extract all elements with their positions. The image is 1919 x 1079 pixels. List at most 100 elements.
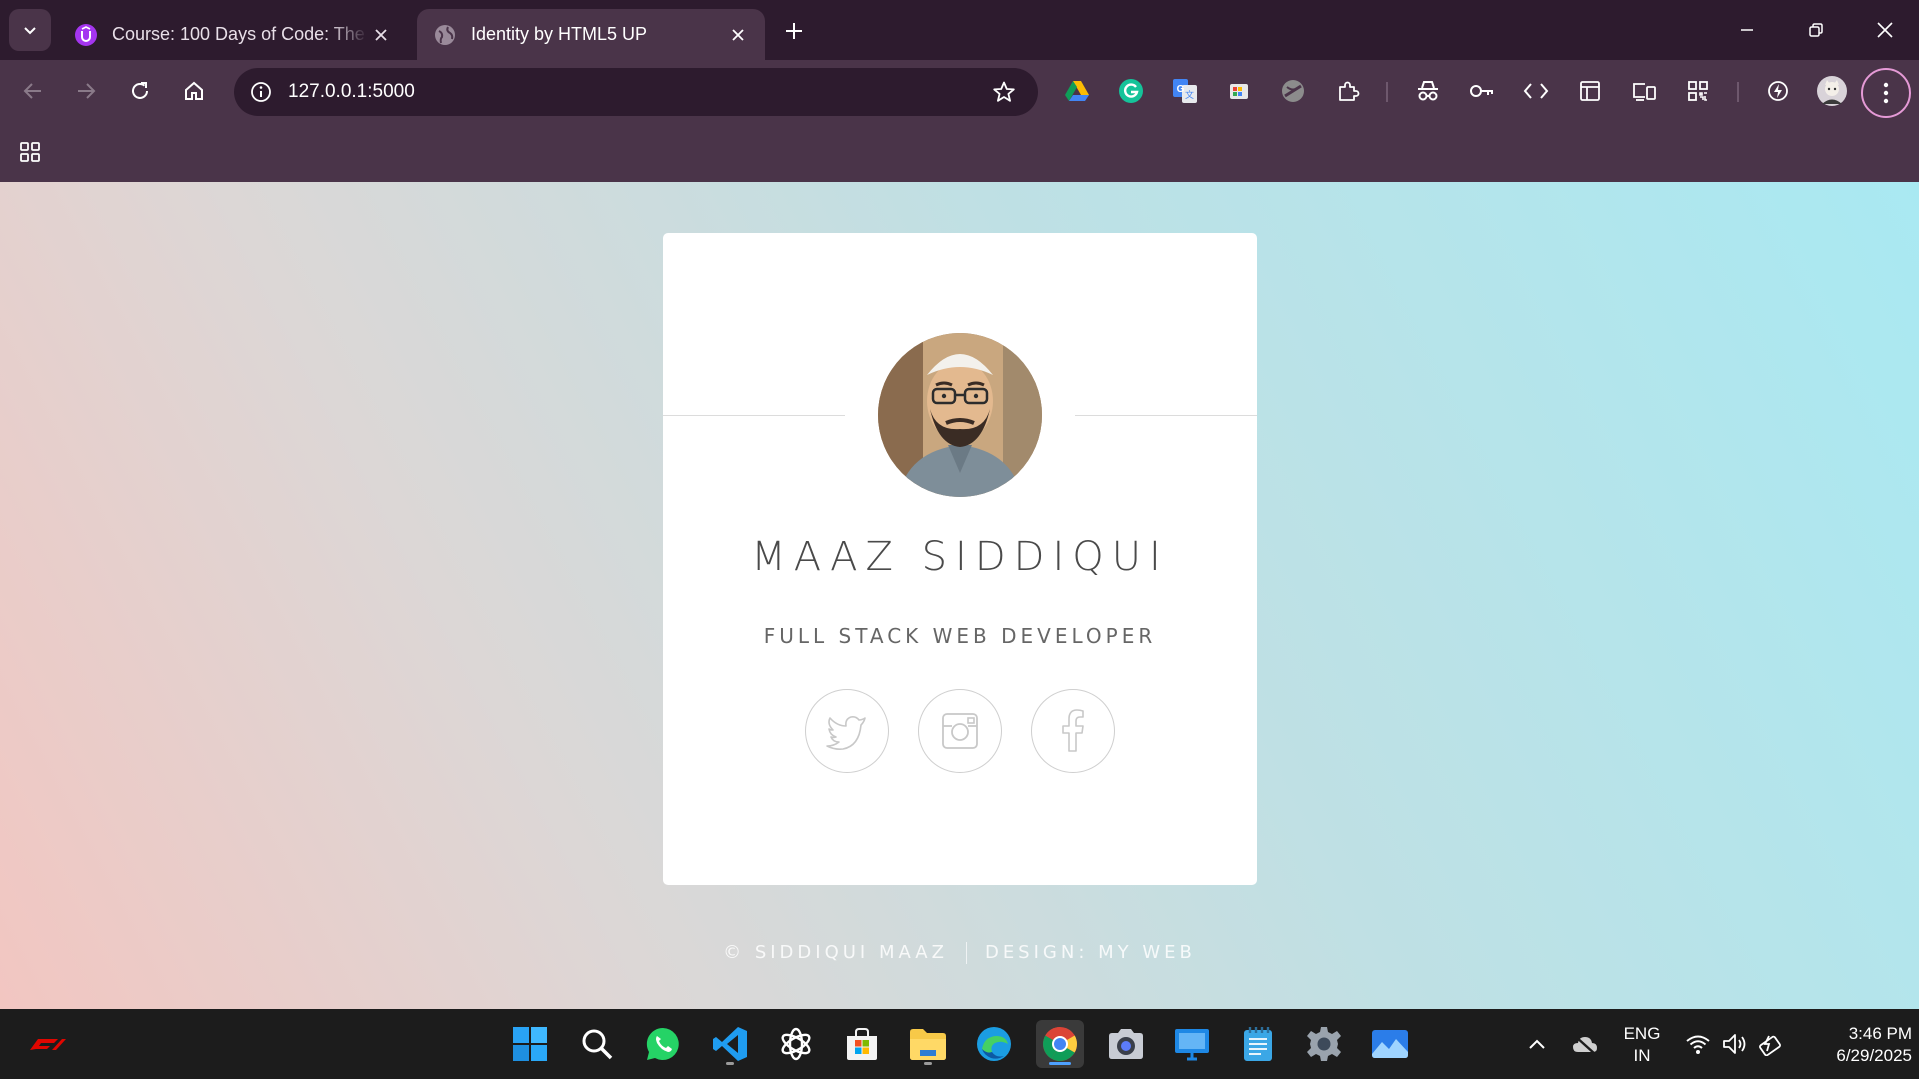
qr-code-extension[interactable]: [1680, 73, 1716, 109]
photos-icon: [1370, 1027, 1410, 1061]
network-button[interactable]: [1683, 1029, 1713, 1059]
layout-icon: [1578, 79, 1602, 103]
back-button[interactable]: [15, 73, 51, 109]
f1-logo-icon: [28, 1036, 68, 1052]
show-hidden-icons-button[interactable]: [1522, 1029, 1552, 1059]
incognito-extension[interactable]: [1410, 73, 1446, 109]
apps-grid-icon: [18, 140, 42, 164]
key-icon: [1468, 79, 1496, 103]
performance-button[interactable]: [1760, 73, 1796, 109]
instagram-link[interactable]: [918, 689, 1002, 773]
grammarly-icon: [1118, 78, 1144, 104]
twitter-icon: [825, 711, 869, 751]
color-picker-extension[interactable]: [1221, 73, 1257, 109]
input-language[interactable]: ENG IN: [1620, 1023, 1664, 1067]
close-icon[interactable]: [368, 22, 394, 48]
divider-left: [663, 415, 845, 416]
monitor-icon: [1173, 1026, 1211, 1062]
taskbar-vscode[interactable]: [706, 1020, 754, 1068]
taskbar-whatsapp[interactable]: [639, 1020, 687, 1068]
url-text[interactable]: 127.0.0.1:5000: [288, 81, 986, 103]
toolbar-separator: [1737, 82, 1739, 102]
running-indicator: [924, 1062, 932, 1065]
whatsapp-icon: [644, 1025, 682, 1063]
taskbar-chrome[interactable]: [1036, 1020, 1084, 1068]
running-indicator: [1049, 1062, 1071, 1065]
battery-button[interactable]: [1756, 1029, 1786, 1059]
folder-icon: [908, 1026, 948, 1062]
facebook-link[interactable]: [1031, 689, 1115, 773]
bookmark-star-icon[interactable]: [986, 74, 1022, 110]
battery-charging-icon: [1757, 1032, 1785, 1056]
wifi-icon: [1685, 1033, 1711, 1055]
tab-identity[interactable]: Identity by HTML5 UP: [417, 9, 765, 60]
taskbar-remote-desktop[interactable]: [1168, 1020, 1216, 1068]
twitter-link[interactable]: [805, 689, 889, 773]
layout-extension[interactable]: [1572, 73, 1608, 109]
password-extension[interactable]: [1464, 73, 1500, 109]
site-info-icon[interactable]: [246, 77, 276, 107]
taskbar-file-explorer[interactable]: [904, 1020, 952, 1068]
close-icon[interactable]: [725, 22, 751, 48]
chrome-icon: [1041, 1025, 1079, 1063]
globe-icon: [433, 23, 457, 47]
vscode-icon: [711, 1025, 749, 1063]
taskbar-camera[interactable]: [1102, 1020, 1150, 1068]
tab-search-button[interactable]: [9, 9, 51, 51]
notepad-icon: [1241, 1025, 1275, 1063]
clock-date: 6/29/2025: [1836, 1046, 1912, 1065]
profile-avatar[interactable]: [1814, 73, 1850, 109]
more-vertical-icon: [1882, 81, 1890, 105]
taskbar-photos[interactable]: [1366, 1020, 1414, 1068]
blocker-extension[interactable]: [1275, 73, 1311, 109]
tab-title: Course: 100 Days of Code: The Complete P…: [112, 24, 368, 44]
chevron-up-icon: [1528, 1038, 1546, 1050]
address-bar[interactable]: 127.0.0.1:5000: [234, 68, 1038, 116]
extensions-button[interactable]: [1330, 73, 1366, 109]
responsive-extension[interactable]: [1626, 73, 1662, 109]
puzzle-icon: [1336, 79, 1360, 103]
close-icon: [1876, 21, 1894, 39]
google-drive-extension[interactable]: [1059, 73, 1095, 109]
avatar-icon: [1816, 75, 1848, 107]
system-clock[interactable]: 3:46 PM 6/29/2025: [1800, 1023, 1912, 1067]
restore-button[interactable]: [1792, 10, 1840, 50]
taskbar-start[interactable]: [506, 1020, 554, 1068]
code-extension[interactable]: [1518, 73, 1554, 109]
minimize-button[interactable]: [1723, 10, 1771, 50]
widgets-button[interactable]: [24, 1020, 72, 1068]
taskbar-search[interactable]: [573, 1020, 621, 1068]
home-button[interactable]: [176, 73, 212, 109]
google-translate-extension[interactable]: G文: [1167, 73, 1203, 109]
grammarly-extension[interactable]: [1113, 73, 1149, 109]
tab-strip: Course: 100 Days of Code: The Complete P…: [0, 0, 1919, 60]
udemy-favicon-icon: [74, 23, 98, 47]
plus-icon: [784, 21, 804, 41]
reload-button[interactable]: [122, 73, 158, 109]
minimize-icon: [1739, 22, 1755, 38]
running-indicator: [726, 1062, 734, 1065]
close-window-button[interactable]: [1861, 10, 1909, 50]
taskbar-notepad[interactable]: [1234, 1020, 1282, 1068]
instagram-icon: [940, 711, 980, 751]
taskbar-store[interactable]: [838, 1020, 886, 1068]
reload-icon: [129, 80, 151, 102]
volume-button[interactable]: [1720, 1029, 1750, 1059]
new-tab-button[interactable]: [780, 17, 808, 45]
onedrive-button[interactable]: [1570, 1029, 1600, 1059]
restore-icon: [1808, 22, 1824, 38]
apps-button[interactable]: [14, 136, 46, 168]
toolbar: 127.0.0.1:5000 G文: [0, 60, 1919, 122]
language-code: ENG: [1623, 1024, 1661, 1043]
chrome-menu-button[interactable]: [1861, 68, 1911, 118]
taskbar-edge[interactable]: [970, 1020, 1018, 1068]
tab-course[interactable]: Course: 100 Days of Code: The Complete P…: [58, 9, 408, 60]
bookmarks-bar: [0, 122, 1919, 182]
taskbar-settings[interactable]: [1300, 1020, 1348, 1068]
taskbar-chatgpt[interactable]: [772, 1020, 820, 1068]
profile-name: MAAZ SIDDIQUI: [751, 534, 1169, 580]
forward-button[interactable]: [68, 73, 104, 109]
qr-code-icon: [1686, 79, 1710, 103]
profile-card: MAAZ SIDDIQUI FULL STACK WEB DEVELOPER: [663, 233, 1257, 885]
google-drive-icon: [1064, 79, 1090, 103]
